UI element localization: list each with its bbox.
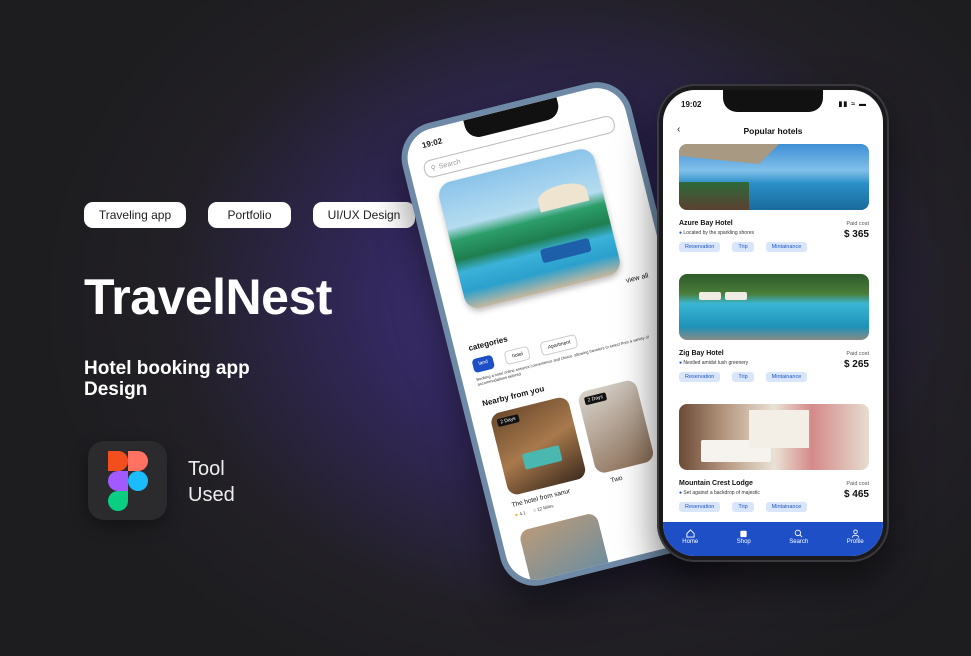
screen-title: Popular hotels [743,126,803,136]
hotel-card[interactable]: Mountain Crest Lodge ● Set against a bac… [679,404,869,512]
status-time: 19:02 [681,100,702,109]
bottom-tab-bar: Home Shop Search Profile [663,522,883,556]
paid-cost-label: Paid cost [846,481,869,487]
hotel-image [679,274,869,340]
page-subtitle: Hotel booking app Design [84,358,250,400]
chip-trip[interactable]: Trip [732,502,754,512]
days-badge: 2 Days [496,414,520,428]
tab-profile[interactable]: Profile [847,529,864,545]
home-icon [686,529,695,538]
days-badge: 2 Days [583,392,607,406]
signal-icon: ▮▮ [838,101,849,108]
front-phone-mockup: 19:02 ▮▮ ≈ ▬ ‹ Popular hotels Azure Bay … [657,84,889,562]
nearby-card[interactable]: 2 Days [489,395,588,497]
phone-notch [723,90,823,112]
chip-reservation[interactable]: Reservation [679,502,721,512]
featured-hotel-image[interactable] [436,146,623,312]
hotel-location: ● Nestled amidst lush greenery [679,360,749,366]
hotel-name: Zig Bay Hotel [679,350,724,357]
shop-icon [740,530,747,538]
chip-maintenance[interactable]: Mintainance [765,372,808,382]
hotel-image [679,144,869,210]
tab-shop[interactable]: Shop [737,529,751,545]
chip-maintenance[interactable]: Mintainance [765,242,808,252]
nearby-card[interactable]: 2 Days [576,378,656,475]
hotel-price: $ 465 [843,489,869,500]
chip-reservation[interactable]: Reservation [679,242,721,252]
category-land[interactable]: land [471,354,496,374]
paid-cost-label: Paid cost [846,221,869,227]
tag-portfolio[interactable]: Portfolio [208,202,291,228]
status-icons: ▮▮ ≈ ▬ [839,100,867,112]
status-time: 19:02 [421,136,444,151]
chip-maintenance[interactable]: Mintainance [765,502,808,512]
distance-value: ○ 22 Miles [532,503,555,514]
hotel-image [679,404,869,470]
profile-icon [851,529,859,538]
hotel-price: $ 265 [843,359,869,370]
search-icon: ⚲ [430,164,437,173]
chip-reservation[interactable]: Reservation [679,372,721,382]
nearby-card[interactable] [518,512,611,587]
location-pin-icon: ● [679,360,683,366]
figma-logo-icon [88,441,167,520]
category-hotel[interactable]: hotel [503,345,532,366]
chip-trip[interactable]: Trip [732,242,754,252]
nearby-hotel-name: Two [610,474,624,485]
hotel-card[interactable]: Azure Bay Hotel ● Located by the sparkli… [679,144,869,252]
paid-cost-label: Paid cost [846,351,869,357]
hotel-location: ● Located by the sparkling shores [679,230,755,236]
tool-used-label: Tool Used [188,458,235,506]
tag-traveling-app[interactable]: Traveling app [84,202,186,228]
rating-value: ★ 4.1 [513,510,527,518]
view-all-link[interactable]: view all [625,272,649,284]
tab-search[interactable]: Search [789,529,808,545]
location-pin-icon: ● [679,230,683,236]
battery-icon: ▬ [859,101,867,108]
hotel-name: Azure Bay Hotel [679,220,733,227]
hotel-price: $ 365 [843,229,869,240]
hotel-location: ● Set against a backdrop of majestic [679,490,760,496]
tab-home[interactable]: Home [682,529,698,545]
page-title: TravelNest [84,269,332,325]
categories-title: categories [467,334,509,353]
hotel-card[interactable]: Zig Bay Hotel ● Nestled amidst lush gree… [679,274,869,382]
wifi-icon: ≈ [851,101,857,108]
search-icon [794,529,803,538]
hotel-name: Mountain Crest Lodge [679,480,753,487]
chip-trip[interactable]: Trip [732,372,754,382]
tag-uiux-design[interactable]: UI/UX Design [313,202,415,228]
location-pin-icon: ● [679,490,683,496]
